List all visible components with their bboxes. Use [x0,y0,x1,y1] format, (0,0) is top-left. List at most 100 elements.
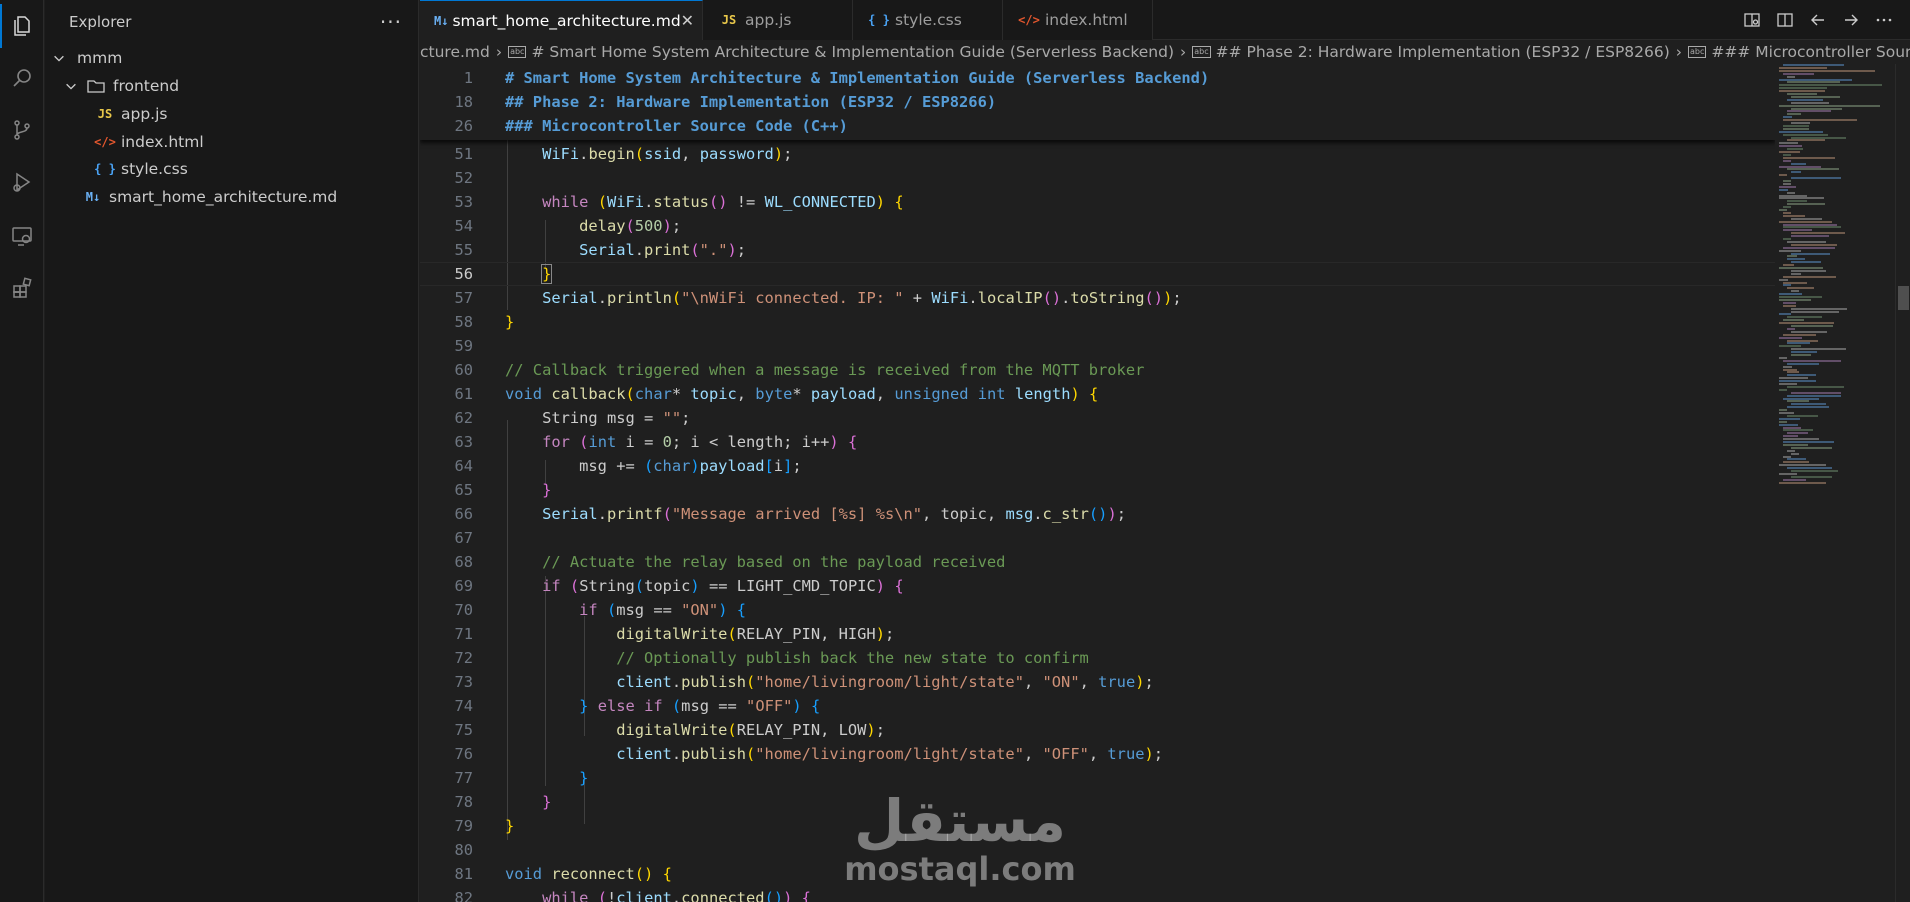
code-line[interactable]: 69 if (String(topic) == LIGHT_CMD_TOPIC)… [420,574,1775,598]
code-line[interactable]: 62 String msg = ""; [420,406,1775,430]
code-line[interactable]: 73 client.publish("home/livingroom/light… [420,670,1775,694]
code-text: // Actuate the relay based on the payloa… [542,553,1006,571]
minimap-line [1787,371,1799,374]
minimap-line [1779,130,1823,133]
minimap-line [1791,272,1801,275]
code-line[interactable]: 82 while (!client.connected()) { [420,886,1775,902]
minimap-line [1787,168,1839,171]
code-line[interactable]: 59 [420,334,1775,358]
minimap-line [1779,380,1816,383]
minimap-line [1779,197,1824,200]
search-icon[interactable] [8,64,36,92]
minimap-line [1787,255,1797,258]
code-line[interactable]: 70 if (msg == "ON") { [420,598,1775,622]
line-number: 81 [454,865,473,883]
code-line[interactable]: 71 digitalWrite(RELAY_PIN, HIGH); [420,622,1775,646]
tree-folder-frontend[interactable]: frontend [45,72,418,99]
code-line[interactable]: 58} [420,310,1775,334]
breadcrumb-heading-1[interactable]: # Smart Home System Architecture & Imple… [531,43,1174,61]
code-text: digitalWrite(RELAY_PIN, HIGH); [616,625,895,643]
code-line[interactable]: 80 [420,838,1775,862]
code-line[interactable]: 72 // Optionally publish back the new st… [420,646,1775,670]
split-editor-icon[interactable] [1775,10,1795,30]
breadcrumb-heading-2[interactable]: ## Phase 2: Hardware Implementation (ESP… [1216,43,1670,61]
code-text: // Callback triggered when a message is … [505,361,1145,379]
vertical-scrollbar[interactable] [1895,64,1910,902]
go-back-icon[interactable] [1808,10,1828,30]
minimap-line [1791,252,1830,255]
code-line[interactable]: 78 } [420,790,1775,814]
remote-explorer-icon[interactable] [8,222,36,250]
code-line[interactable]: 81 void reconnect() { [420,862,1775,886]
source-control-icon[interactable] [8,116,36,144]
code-line[interactable]: 79} [420,814,1775,838]
minimap-line [1787,467,1832,470]
sticky-line[interactable]: 26 ### Microcontroller Source Code (C++) [420,114,1775,138]
code-editor[interactable]: 1 # Smart Home System Architecture & Imp… [420,64,1775,902]
code-line[interactable]: 61 void callback(char* topic, byte* paylo… [420,382,1775,406]
minimap-line [1783,304,1796,307]
code-line[interactable]: 53 while (WiFi.status() != WL_CONNECTED)… [420,190,1775,214]
html-file-icon: </> [1018,13,1040,27]
code-line[interactable]: 76 client.publish("home/livingroom/light… [420,742,1775,766]
extensions-icon[interactable] [8,274,36,302]
code-line[interactable]: 66 Serial.printf("Message arrived [%s] %… [420,502,1775,526]
tree-folder-mmm[interactable]: mmm [45,44,418,71]
open-preview-icon[interactable] [1742,10,1762,30]
code-line[interactable]: 55 Serial.print("."); [420,238,1775,262]
code-line[interactable]: 65 } [420,478,1775,502]
tree-file-style-css[interactable]: { } style.css [45,155,418,182]
tab-app-js[interactable]: JS app.js [703,0,853,40]
tab-index-html[interactable]: </> index.html [1003,0,1153,40]
code-line[interactable]: 54 delay(500); [420,214,1775,238]
code-line[interactable]: 75 digitalWrite(RELAY_PIN, LOW); [420,718,1775,742]
code-line[interactable]: 52 [420,166,1775,190]
minimap-line [1783,333,1816,336]
code-line[interactable]: 63 for (int i = 0; i < length; i++) { [420,430,1775,454]
run-debug-icon[interactable] [8,168,36,196]
minimap-line [1791,95,1840,98]
code-line[interactable]: 67 [420,526,1775,550]
code-line[interactable]: 68 // Actuate the relay based on the pay… [420,550,1775,574]
minimap-line [1779,209,1787,211]
tree-file-app-js[interactable]: JS app.js [45,100,418,127]
minimap-line [1779,90,1825,93]
tree-label: mmm [77,48,123,67]
minimap-line [1787,148,1803,151]
code-line[interactable]: 64 msg += (char)payload[i]; [420,454,1775,478]
line-number: 54 [454,217,473,235]
code-text: void reconnect() { [505,865,672,883]
minimap-line [1783,455,1791,458]
minimap-line [1787,81,1840,84]
sticky-scroll-header[interactable]: 1 # Smart Home System Architecture & Imp… [420,64,1775,140]
code-line[interactable]: 51 WiFi.begin(ssid, password); [420,142,1775,166]
javascript-file-icon: JS [721,13,737,27]
code-line[interactable]: 74 } else if (msg == "OFF") { [420,694,1775,718]
tab-smart-home-architecture[interactable]: M↓ smart_home_architecture.md ✕ [420,0,703,40]
tree-file-index-html[interactable]: </> index.html [45,128,418,155]
tree-label: style.css [121,159,188,178]
explorer-icon[interactable] [0,4,36,48]
breadcrumb-heading-3[interactable]: ### Microcontroller Source Code (C++) [1711,43,1910,61]
minimap[interactable] [1775,64,1895,902]
tab-style-css[interactable]: { } style.css [853,0,1003,40]
markdown-heading: ## Phase 2: Hardware Implementation (ESP… [505,93,997,111]
scrollbar-thumb[interactable] [1898,286,1909,310]
code-line[interactable]: 60 // Callback triggered when a message i… [420,358,1775,382]
more-actions-icon[interactable]: ··· [380,10,402,34]
html-file-icon: </> [94,134,116,149]
more-actions-icon[interactable] [1874,10,1894,30]
go-forward-icon[interactable] [1841,10,1861,30]
code-line[interactable]: 77 } [420,766,1775,790]
sticky-line[interactable]: 18 ## Phase 2: Hardware Implementation (… [420,90,1775,114]
minimap-line [1791,348,1846,351]
line-number: 69 [454,577,473,595]
code-line[interactable]: 57 Serial.println("\nWiFi connected. IP:… [420,286,1775,310]
sticky-line[interactable]: 1 # Smart Home System Architecture & Imp… [420,66,1775,90]
breadcrumb-file[interactable]: cture.md [420,43,490,61]
tree-file-smart-home-md[interactable]: M↓ smart_home_architecture.md [45,183,418,210]
code-line-current[interactable]: 56 } [420,262,1775,286]
minimap-line [1787,316,1822,319]
close-icon[interactable]: ✕ [681,11,694,30]
minimap-line [1779,78,1852,81]
